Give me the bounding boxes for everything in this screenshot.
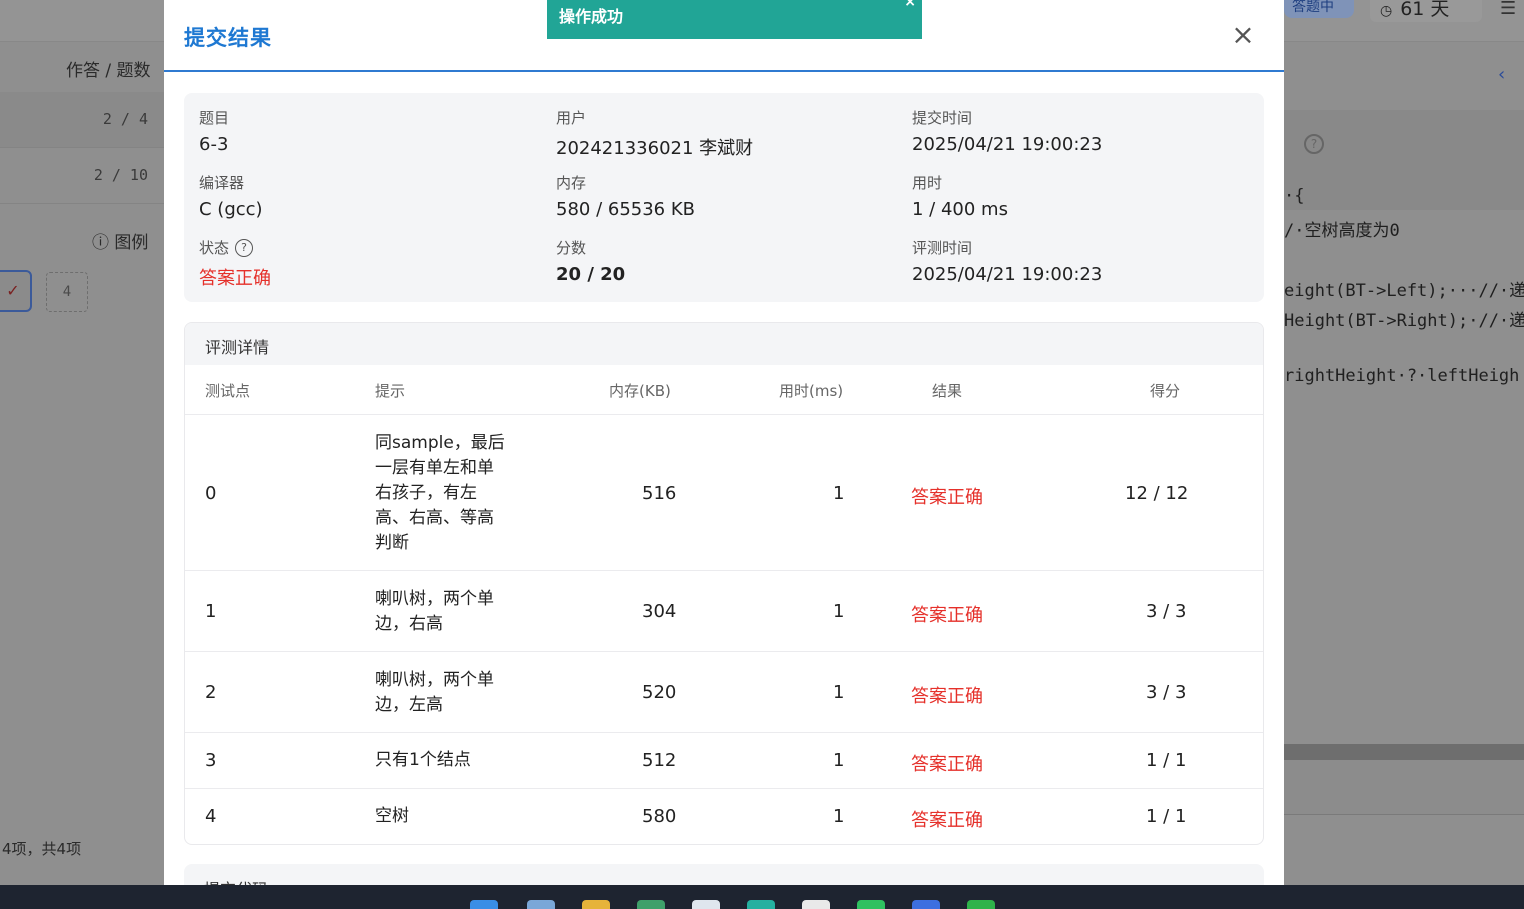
row-count: 2 / 4 <box>102 110 148 128</box>
pagination-count: 4项，共4项 <box>2 840 82 858</box>
horizontal-scrollbar[interactable] <box>1284 744 1524 760</box>
status-text: 答案正确 <box>199 268 271 289</box>
column-header: 提示 <box>375 382 406 400</box>
column-header: 得分 <box>1150 382 1181 400</box>
submitted-code-section: 提交代码 <box>184 864 1264 885</box>
help-icon[interactable]: ? <box>235 238 254 257</box>
table-row: 1 喇叭树，两个单边，右高 304 1 答案正确 3 / 3 <box>185 571 1263 652</box>
editor-footer <box>1284 760 1524 815</box>
column-header: 用时(ms) <box>779 382 844 400</box>
clock-icon: ◷ <box>1380 3 1393 19</box>
code-line: rightHeight·?·leftHeigh <box>1284 366 1520 386</box>
app-icon[interactable] <box>967 900 995 909</box>
table-row: 3 只有1个结点 512 1 答案正确 1 / 1 <box>185 733 1263 789</box>
problem-box-answered[interactable]: ✓ <box>0 270 32 312</box>
close-icon[interactable]: × <box>1228 20 1258 50</box>
menu-icon[interactable]: ☰ <box>1500 0 1516 19</box>
info-compiler: 编译器 C (gcc) <box>199 174 263 220</box>
problem-set-row[interactable]: 2 / 4 <box>0 92 164 148</box>
table-row: 4 空树 580 1 答案正确 1 / 1 <box>205 806 1187 831</box>
info-problem: 题目 6-3 <box>199 109 230 155</box>
result-status: 答案正确 <box>911 487 983 508</box>
countdown-timer: ◷ 61 天 <box>1370 0 1482 22</box>
browser-icon[interactable] <box>747 900 775 909</box>
time-usage: 1 / 400 ms <box>912 199 1008 220</box>
compiler: C (gcc) <box>199 199 263 220</box>
result-status: 答案正确 <box>911 810 983 831</box>
info-time: 用时 1 / 400 ms <box>912 174 1008 220</box>
info-judge-time: 评测时间 2025/04/21 19:00:23 <box>912 239 1103 285</box>
code-line: /·空树高度为0 <box>1284 221 1400 241</box>
memory-usage: 580 / 65536 KB <box>556 199 695 220</box>
table-row: 2 喇叭树，两个单边，左高 520 1 答案正确 3 / 3 <box>185 652 1263 733</box>
code-line: ·{ <box>1284 186 1305 206</box>
column-header: 内存(KB) <box>609 382 671 400</box>
code-line: eight(BT->Left);···//·递 <box>1284 281 1524 301</box>
judge-details-card: 评测详情 测试点 提示 内存(KB) 用时(ms) 结果 得分 0 同sampl… <box>184 322 1264 845</box>
toast-text: 操作成功 <box>559 7 624 26</box>
submit-time: 2025/04/21 19:00:23 <box>912 134 1103 155</box>
info-icon: ⓘ <box>92 233 109 253</box>
problem-box-4[interactable]: 4 <box>46 272 88 312</box>
answer-count-header: 作答 / 题数 <box>66 61 151 81</box>
problem-set-row[interactable]: 2 / 10 <box>0 148 164 204</box>
chat-icon[interactable] <box>857 900 885 909</box>
judge-details-title: 评测详情 <box>185 323 1263 365</box>
column-header: 结果 <box>932 382 963 400</box>
help-icon[interactable]: ? <box>1304 134 1324 154</box>
submission-result-modal: 提交结果 × 题目 6-3 用户 202421336021 李斌财 提交时间 2… <box>164 0 1284 885</box>
start-icon[interactable] <box>470 900 498 909</box>
judge-time: 2025/04/21 19:00:23 <box>912 264 1103 285</box>
result-status: 答案正确 <box>911 605 983 626</box>
user-name: 202421336021 李斌财 <box>556 138 754 159</box>
column-header: 测试点 <box>205 382 251 400</box>
folder-icon[interactable] <box>582 900 610 909</box>
row-count: 2 / 10 <box>93 166 148 184</box>
result-status: 答案正确 <box>911 686 983 707</box>
app-icon[interactable] <box>802 900 830 909</box>
problem-id: 6-3 <box>199 134 229 155</box>
status-badge: 答题中 <box>1284 0 1354 18</box>
info-submit-time: 提交时间 2025/04/21 19:00:23 <box>912 109 1103 155</box>
submission-info-card: 题目 6-3 用户 202421336021 李斌财 提交时间 2025/04/… <box>184 93 1264 302</box>
info-user: 用户 202421336021 李斌财 <box>556 109 754 159</box>
chrome-icon[interactable] <box>912 900 940 909</box>
info-status: 状态? 答案正确 <box>199 238 271 289</box>
app-icon[interactable] <box>692 900 720 909</box>
chevron-left-icon[interactable]: ‹ <box>1498 64 1505 85</box>
close-icon[interactable]: × <box>904 0 916 10</box>
info-score: 分数 20 / 20 <box>556 239 626 285</box>
result-status: 答案正确 <box>911 754 983 775</box>
success-toast: 操作成功 × <box>547 0 922 39</box>
score: 20 / 20 <box>556 264 626 285</box>
modal-title: 提交结果 <box>184 26 272 50</box>
table-header: 测试点 提示 内存(KB) 用时(ms) 结果 得分 <box>185 365 1263 415</box>
taskview-icon[interactable] <box>527 900 555 909</box>
table-row: 0 同sample，最后一层有单左和单右孩子，有左高、右高、等高判断 516 1… <box>185 415 1263 571</box>
code-line: Height(BT->Right);·//·递 <box>1284 311 1524 331</box>
editor-toolbar <box>1284 110 1524 210</box>
info-memory: 内存 580 / 65536 KB <box>556 174 695 220</box>
legend-label[interactable]: ⓘ 图例 <box>92 228 148 253</box>
app-icon[interactable] <box>637 900 665 909</box>
